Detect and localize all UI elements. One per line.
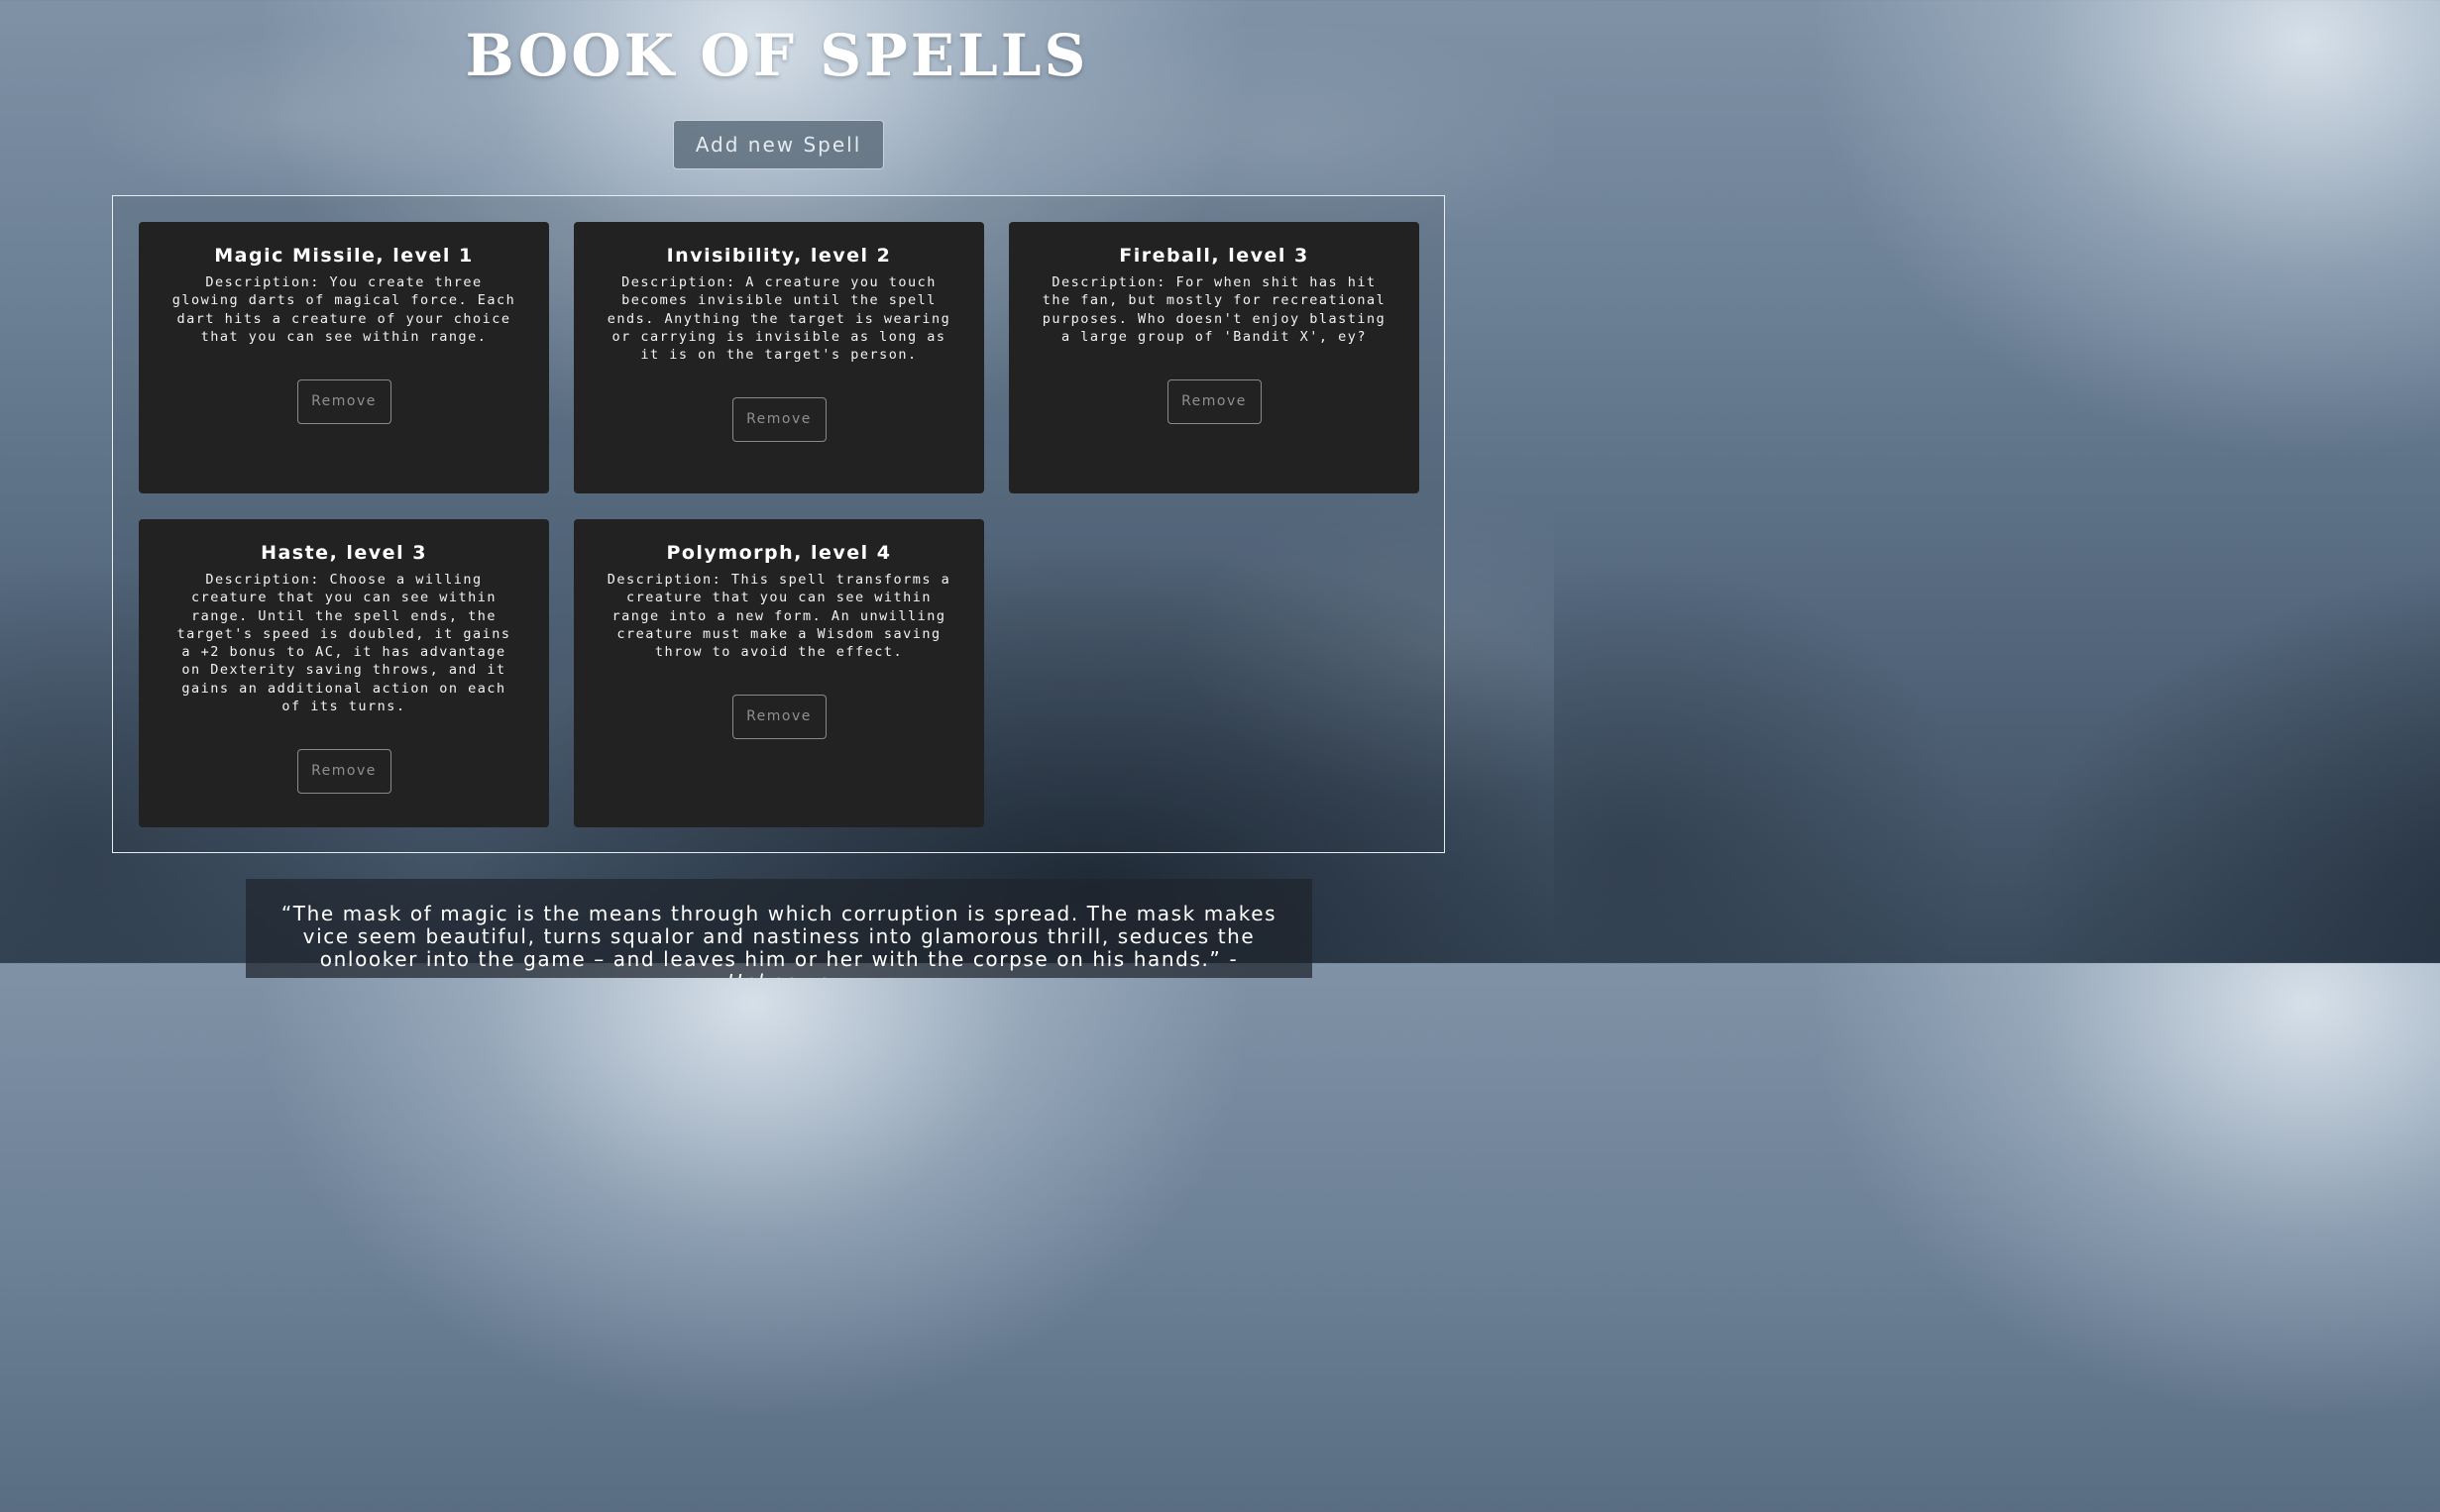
spell-name: Invisibility, level 2	[666, 245, 892, 267]
remove-spell-button[interactable]: Remove	[1166, 379, 1262, 425]
spell-description: Description: Choose a willing creature t…	[176, 572, 511, 715]
spell-name: Fireball, level 3	[1119, 245, 1309, 267]
quote-text: “The mask of magic is the means through …	[280, 902, 1277, 971]
remove-spell-button[interactable]: Remove	[296, 749, 391, 795]
spell-card: Magic Missile, level 1 Description: You …	[139, 222, 549, 493]
spell-description: Description: A creature you touch become…	[607, 274, 951, 364]
spell-description: Description: This spell transforms a cre…	[607, 572, 951, 661]
spell-card: Invisibility, level 2 Description: A cre…	[574, 222, 984, 493]
spell-description: Description: You create three glowing da…	[171, 274, 516, 345]
quote: “The mask of magic is the means through …	[276, 902, 1282, 979]
spell-name: Polymorph, level 4	[666, 542, 892, 564]
remove-spell-button[interactable]: Remove	[731, 397, 827, 443]
spell-name: Magic Missile, level 1	[214, 245, 474, 267]
spell-card: Polymorph, level 4 Description: This spe…	[574, 519, 984, 827]
spell-description: Description: For when shit has hit the f…	[1042, 274, 1386, 345]
add-spell-button[interactable]: Add new Spell	[673, 120, 884, 169]
remove-spell-button[interactable]: Remove	[731, 695, 827, 740]
spell-name: Haste, level 3	[261, 542, 427, 564]
remove-spell-button[interactable]: Remove	[296, 379, 391, 425]
spell-card: Fireball, level 3 Description: For when …	[1009, 222, 1419, 493]
spell-list: Magic Missile, level 1 Description: You …	[112, 195, 1445, 853]
spell-card: Haste, level 3 Description: Choose a wil…	[139, 519, 549, 827]
page-title: BOOK OF SPELLS	[465, 22, 1089, 89]
quote-box: “The mask of magic is the means through …	[246, 879, 1312, 978]
